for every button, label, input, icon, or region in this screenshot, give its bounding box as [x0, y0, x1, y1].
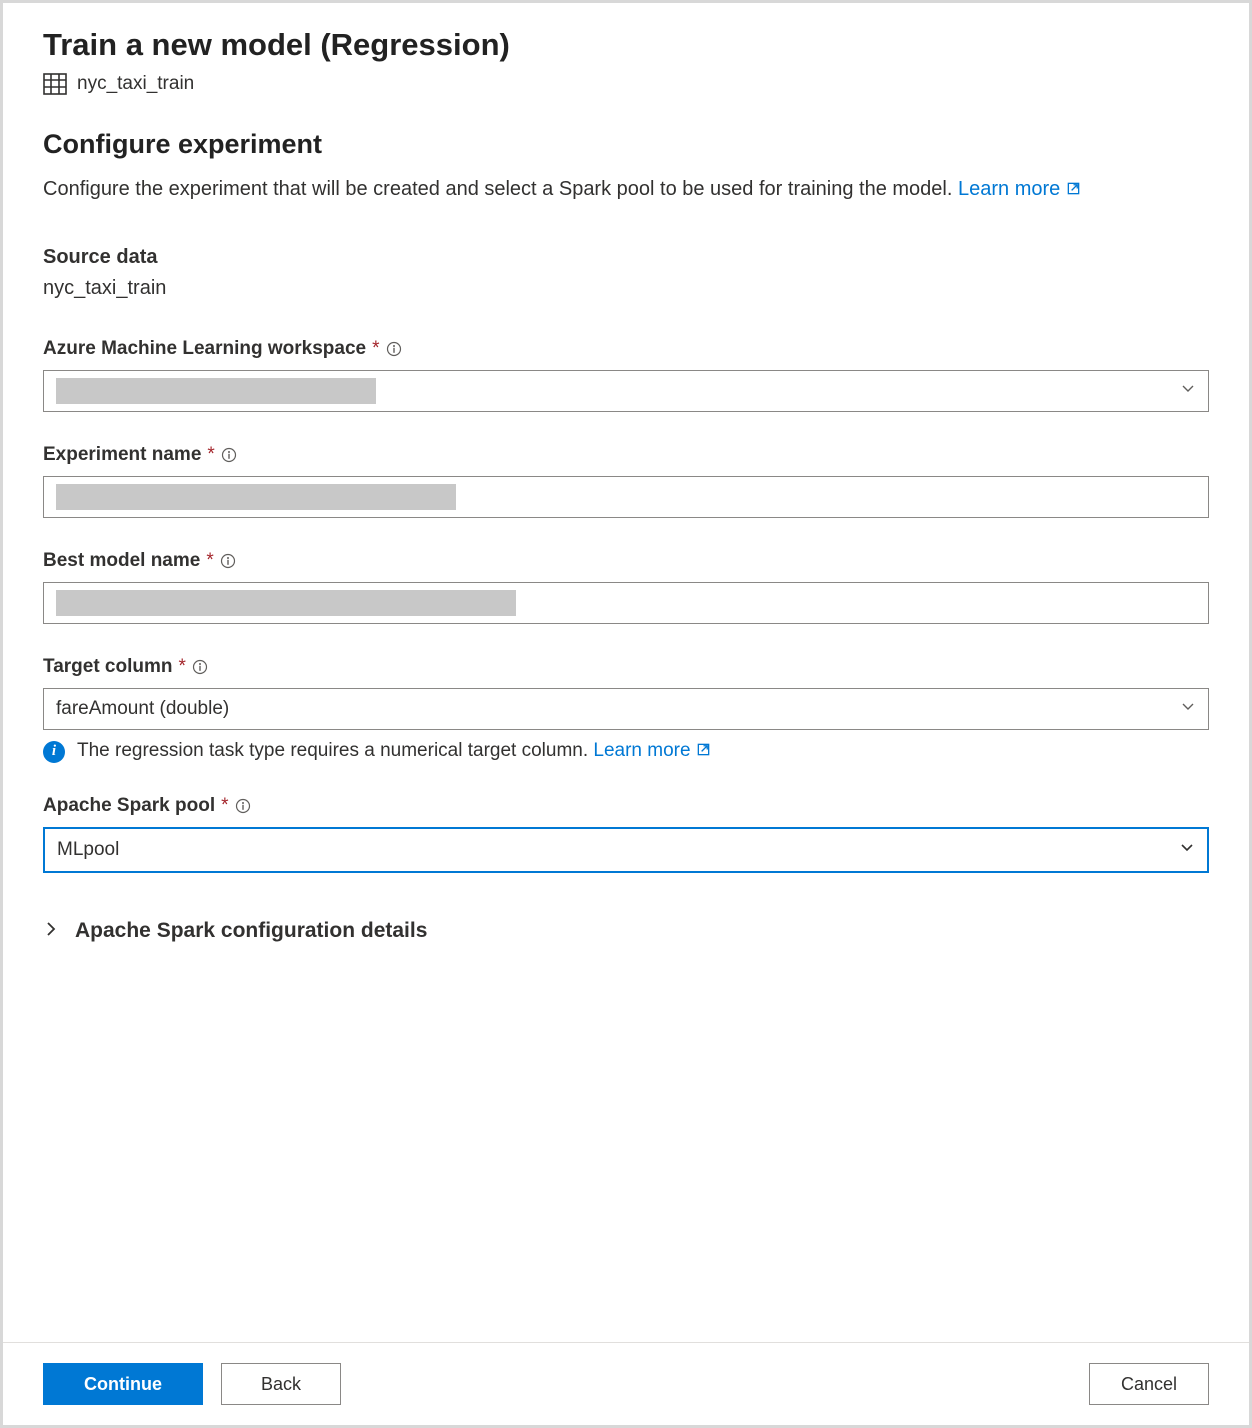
- experiment-value-redacted: [56, 484, 456, 510]
- required-marker: *: [179, 656, 186, 678]
- best-model-label-row: Best model name *: [43, 550, 1209, 572]
- source-data-value: nyc_taxi_train: [43, 277, 1209, 300]
- spark-pool-dropdown[interactable]: MLpool: [43, 827, 1209, 873]
- spark-pool-label: Apache Spark pool: [43, 795, 215, 817]
- required-marker: *: [221, 795, 228, 817]
- target-column-label-row: Target column *: [43, 656, 1209, 678]
- info-badge-icon: i: [43, 741, 65, 763]
- best-model-label: Best model name: [43, 550, 200, 572]
- external-link-icon: [696, 741, 711, 763]
- experiment-input[interactable]: [43, 476, 1209, 518]
- spark-config-expander[interactable]: Apache Spark configuration details: [43, 919, 1209, 943]
- chevron-right-icon: [43, 919, 59, 943]
- required-marker: *: [207, 444, 214, 466]
- experiment-label: Experiment name: [43, 444, 201, 466]
- target-column-dropdown[interactable]: fareAmount (double): [43, 688, 1209, 730]
- target-column-hint: i The regression task type requires a nu…: [43, 740, 1209, 763]
- field-best-model: Best model name *: [43, 550, 1209, 624]
- dataset-name: nyc_taxi_train: [77, 73, 194, 95]
- hint-text: The regression task type requires a nume…: [77, 740, 711, 763]
- info-icon[interactable]: [192, 659, 208, 675]
- hint-learn-more-link[interactable]: Learn more: [593, 740, 710, 761]
- target-column-label: Target column: [43, 656, 173, 678]
- chevron-down-icon: [1180, 380, 1196, 402]
- section-heading: Configure experiment: [43, 129, 1209, 160]
- info-icon[interactable]: [221, 447, 237, 463]
- target-column-value: fareAmount (double): [56, 698, 229, 720]
- field-spark-pool: Apache Spark pool * MLpool: [43, 795, 1209, 873]
- continue-button[interactable]: Continue: [43, 1363, 203, 1405]
- field-workspace: Azure Machine Learning workspace *: [43, 338, 1209, 412]
- info-icon[interactable]: [386, 341, 402, 357]
- spark-pool-label-row: Apache Spark pool *: [43, 795, 1209, 817]
- section-description-text: Configure the experiment that will be cr…: [43, 178, 958, 200]
- info-icon[interactable]: [235, 798, 251, 814]
- best-model-value-redacted: [56, 590, 516, 616]
- dialog-body: Train a new model (Regression) nyc_taxi_…: [3, 3, 1249, 1342]
- hint-link-label: Learn more: [593, 740, 690, 761]
- required-marker: *: [372, 338, 379, 360]
- cancel-button[interactable]: Cancel: [1089, 1363, 1209, 1405]
- workspace-dropdown[interactable]: [43, 370, 1209, 412]
- table-icon: [43, 73, 67, 95]
- spark-pool-value: MLpool: [57, 839, 119, 861]
- field-experiment: Experiment name *: [43, 444, 1209, 518]
- external-link-icon: [1066, 175, 1081, 206]
- chevron-down-icon: [1179, 839, 1195, 861]
- dialog-train-model: Train a new model (Regression) nyc_taxi_…: [0, 0, 1252, 1428]
- best-model-input[interactable]: [43, 582, 1209, 624]
- experiment-label-row: Experiment name *: [43, 444, 1209, 466]
- dataset-row: nyc_taxi_train: [43, 73, 1209, 95]
- back-button[interactable]: Back: [221, 1363, 341, 1405]
- page-title: Train a new model (Regression): [43, 27, 1209, 63]
- learn-more-link[interactable]: Learn more: [958, 178, 1081, 200]
- field-target-column: Target column * fareAmount (double) i Th…: [43, 656, 1209, 763]
- required-marker: *: [206, 550, 213, 572]
- hint-pretext: The regression task type requires a nume…: [77, 740, 593, 761]
- chevron-down-icon: [1180, 698, 1196, 720]
- expander-label: Apache Spark configuration details: [75, 919, 427, 943]
- learn-more-label: Learn more: [958, 178, 1060, 200]
- workspace-label: Azure Machine Learning workspace: [43, 338, 366, 360]
- workspace-value-redacted: [56, 378, 376, 404]
- info-icon[interactable]: [220, 553, 236, 569]
- section-description: Configure the experiment that will be cr…: [43, 174, 1209, 206]
- dialog-footer: Continue Back Cancel: [3, 1342, 1249, 1425]
- workspace-label-row: Azure Machine Learning workspace *: [43, 338, 1209, 360]
- source-data-label: Source data: [43, 246, 1209, 269]
